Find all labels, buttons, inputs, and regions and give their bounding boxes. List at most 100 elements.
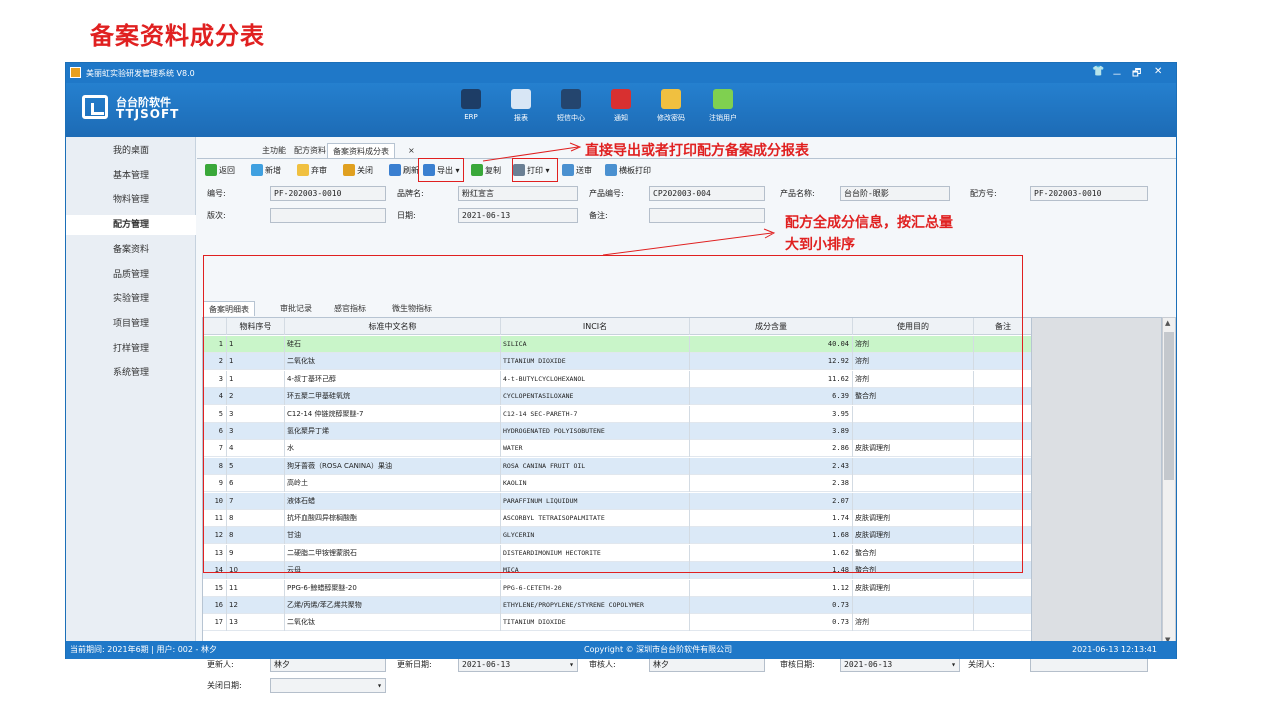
key-icon <box>661 89 681 109</box>
closer-field[interactable] <box>1030 657 1148 672</box>
report-chart-icon <box>511 89 531 109</box>
sidebar-item-basic[interactable]: 基本管理 <box>66 166 196 186</box>
status-bar: 当前期间: 2021年6期 | 用户: 002 - 林夕 Copyright ©… <box>66 641 1176 659</box>
minimize-icon[interactable]: － <box>1112 66 1122 81</box>
sidebar-item-lab[interactable]: 实验管理 <box>66 289 196 309</box>
remark-field[interactable] <box>649 208 765 223</box>
topnav-phone[interactable]: 短信中心 <box>546 89 596 123</box>
unapprove-button[interactable]: 弃审 <box>297 163 327 179</box>
updater-field[interactable]: 林夕 <box>270 657 386 672</box>
logo-mark-icon <box>82 95 108 119</box>
version-label: 版次: <box>207 211 226 220</box>
scroll-thumb[interactable] <box>1164 332 1174 480</box>
status-datetime: 2021-06-13 12:13:41 <box>1072 645 1157 654</box>
reviewer-label: 审核人: <box>589 660 616 669</box>
dropdown-arrow-icon[interactable]: ▾ <box>951 658 956 671</box>
toolbar-label: 送审 <box>576 166 592 175</box>
cell-row-number: 16 <box>203 597 227 614</box>
cell-content: 0.73 <box>690 614 853 632</box>
cell-purpose: 皮肤调理剂 <box>853 579 974 597</box>
updater-label: 更新人: <box>207 660 234 669</box>
brand-field[interactable]: 粉红宣言 <box>458 186 578 201</box>
topnav-label: 短信中心 <box>557 114 585 122</box>
logo-text-en: TTJSOFT <box>116 107 180 121</box>
scroll-up-icon[interactable]: ▲ <box>1165 319 1170 327</box>
table-row[interactable]: 16 12 乙烯/丙烯/苯乙烯共聚物 ETHYLENE/PROPYLENE/STYRE… <box>203 597 1031 614</box>
refresh-button[interactable]: 刷新 <box>389 163 419 179</box>
code-field[interactable]: PF-202003-0010 <box>270 186 386 201</box>
cell-row-number: 17 <box>203 614 227 632</box>
new-button[interactable]: 新增 <box>251 163 281 179</box>
product-name-field[interactable]: 台台阶-眼影 <box>840 186 950 201</box>
topnav-users[interactable]: 注销用户 <box>698 89 748 123</box>
closer-label: 关闭人: <box>968 660 995 669</box>
tab-close-icon[interactable]: × <box>403 143 420 158</box>
product-code-label: 产品编号: <box>589 189 624 198</box>
cell-content: 0.73 <box>690 597 853 614</box>
cell-cn-name: PPG-6-鲸蜡醇聚醚-20 <box>285 579 501 597</box>
cell-remark <box>974 614 1031 631</box>
table-blank-area <box>1032 317 1162 648</box>
submit-button[interactable]: 送审 <box>562 163 592 179</box>
topnav-report-chart[interactable]: 报表 <box>496 89 546 123</box>
status-copyright: Copyright © 深圳市台台阶软件有限公司 <box>584 645 733 654</box>
table-row[interactable]: 15 11 PPG-6-鲸蜡醇聚醚-20 PPG-6-CETETH-20 1.12 皮肤调… <box>203 579 1031 597</box>
table-row[interactable]: 17 13 二氧化钛 TITANIUM DIOXIDE 0.73 溶剂 <box>203 614 1031 632</box>
sidebar-item-formula[interactable]: 配方管理 <box>66 215 196 236</box>
annotation-sort-line1: 配方全成分信息，按汇总量 <box>785 215 953 231</box>
annotation-sort-line2: 大到小排序 <box>785 237 855 253</box>
close-icon[interactable]: ✕ <box>1154 66 1162 77</box>
formula-field[interactable]: PF-202003-0010 <box>1030 186 1148 201</box>
cell-purpose: 溶剂 <box>853 614 974 632</box>
review-date-field[interactable]: 2021-06-13 ▾ <box>840 657 960 672</box>
restore-icon[interactable]: 🗗 <box>1132 66 1141 83</box>
close-date-field[interactable]: ▾ <box>270 678 386 693</box>
table-scrollbar[interactable]: ▲ ▼ <box>1162 317 1176 648</box>
sidebar-item-filing[interactable]: 备案资料 <box>66 240 196 260</box>
topnav-label: 报表 <box>514 114 528 122</box>
back-button[interactable]: 返回 <box>205 163 235 179</box>
close-date-label: 关闭日期: <box>207 681 242 690</box>
tab-main[interactable]: 主功能 <box>257 143 291 158</box>
sidebar-item-sample[interactable]: 打样管理 <box>66 339 196 359</box>
lock-icon <box>343 164 355 176</box>
landscape-print-button[interactable]: 横板打印 <box>605 163 651 179</box>
users-icon <box>713 89 733 109</box>
topnav-key[interactable]: 修改密码 <box>646 89 696 123</box>
review-date-label: 审核日期: <box>780 660 815 669</box>
close-button[interactable]: 关闭 <box>343 163 373 179</box>
toolbar-label: 新增 <box>265 166 281 175</box>
sidebar-item-system[interactable]: 系统管理 <box>66 363 196 383</box>
cell-material-seq: 13 <box>227 614 285 632</box>
phone-icon <box>561 89 581 109</box>
sidebar-item-material[interactable]: 物料管理 <box>66 190 196 210</box>
update-date-field[interactable]: 2021-06-13 ▾ <box>458 657 578 672</box>
date-field[interactable]: 2021-06-13 <box>458 208 578 223</box>
app-icon <box>70 67 81 78</box>
sidebar-item-desktop[interactable]: 我的桌面 <box>66 141 196 161</box>
version-field[interactable] <box>270 208 386 223</box>
reviewer-field[interactable]: 林夕 <box>649 657 765 672</box>
tab-filing-components[interactable]: 备案资料成分表 <box>327 143 395 158</box>
review-date-value: 2021-06-13 <box>844 660 893 669</box>
cell-remark <box>974 597 1031 614</box>
sidebar-item-quality[interactable]: 品质管理 <box>66 265 196 285</box>
toolbar-label: 横板打印 <box>619 166 651 175</box>
cell-content: 1.12 <box>690 579 853 597</box>
topnav-notification[interactable]: 通知 <box>596 89 646 123</box>
sidebar-item-project[interactable]: 项目管理 <box>66 314 196 334</box>
notification-icon <box>611 89 631 109</box>
cell-cn-name: 乙烯/丙烯/苯乙烯共聚物 <box>285 597 501 614</box>
cell-remark <box>974 580 1031 597</box>
product-code-field[interactable]: CP202003-004 <box>649 186 765 201</box>
dropdown-arrow-icon[interactable]: ▾ <box>569 658 574 671</box>
copy-button[interactable]: 复制 <box>471 163 501 179</box>
tab-formula[interactable]: 配方资料 <box>289 143 331 158</box>
skin-icon[interactable]: 👕 <box>1092 66 1104 77</box>
landscape-print-icon <box>605 164 617 176</box>
export-highlight-box <box>418 158 464 182</box>
dropdown-arrow-icon[interactable]: ▾ <box>377 679 382 692</box>
toolbar-label: 弃审 <box>311 166 327 175</box>
topnav-erp[interactable]: ERP <box>446 89 496 121</box>
table-highlight-box <box>203 255 1023 573</box>
